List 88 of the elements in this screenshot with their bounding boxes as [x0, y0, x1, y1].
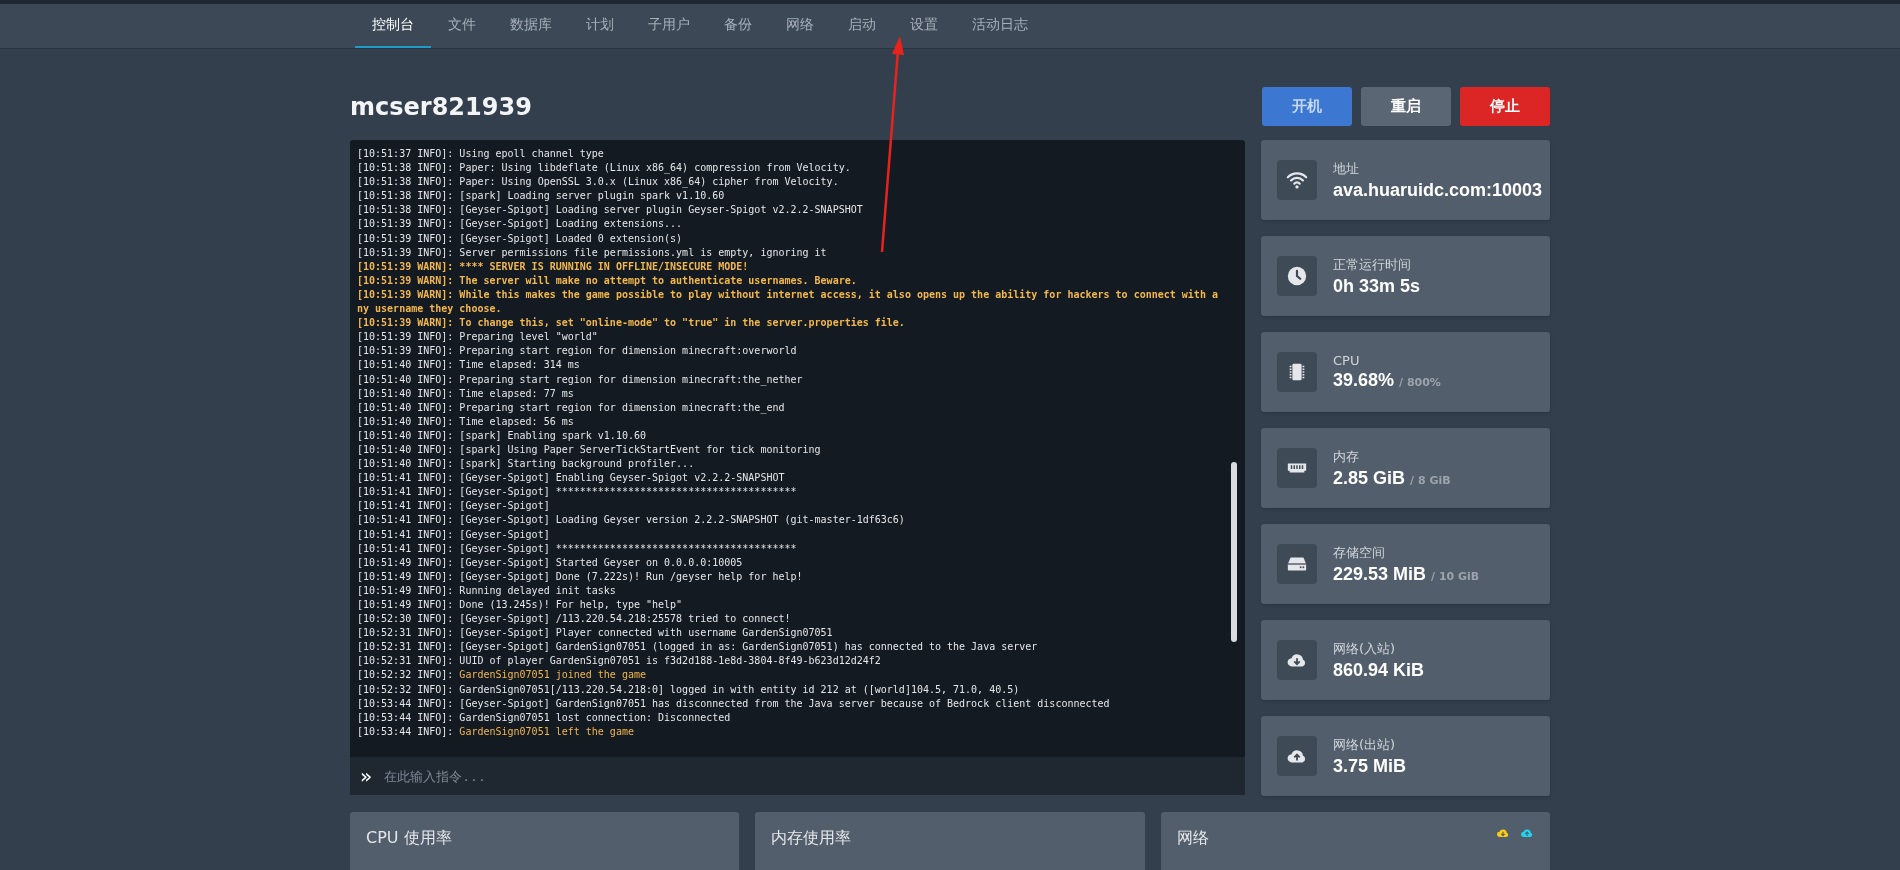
log-line: [10:51:49 INFO]: Running delayed init tasks — [357, 583, 617, 598]
stat-label: 正常运行时间 — [1333, 255, 1412, 274]
log-line: [10:53:44 INFO]: [Geyser-Spigot] GardenSign07051 has disconnected from the Java server because of Bedrock client disconnected — [357, 696, 1111, 711]
prompt-icon: » — [360, 766, 373, 786]
cloud-upload-icon — [1520, 826, 1534, 840]
stat-value: 860.94 KiB — [1333, 659, 1425, 681]
nav-tab[interactable]: 数据库 — [493, 4, 569, 48]
stat-label: 网络(出站) — [1333, 735, 1397, 754]
nav-tab[interactable]: 备份 — [707, 4, 769, 48]
restart-button[interactable]: 重启 — [1361, 87, 1451, 126]
log-line: [10:51:41 INFO]: [Geyser-Spigot] **************************************** — [357, 541, 798, 556]
stat-value: 39.68% — [1333, 370, 1395, 391]
command-bar[interactable]: » 在此输入指令... — [350, 757, 1245, 795]
stop-button[interactable]: 停止 — [1460, 87, 1550, 126]
log-line: [10:51:38 INFO]: Paper: Using OpenSSL 3.0.x (Linux x86_64) cipher from Velocity. — [357, 175, 840, 190]
nav-tab[interactable]: 启动 — [831, 4, 893, 48]
log-line: [10:51:40 INFO]: Time elapsed: 56 ms — [357, 414, 575, 429]
log-line: [10:53:44 INFO]: GardenSign07051 lost connection: Disconnected — [357, 710, 732, 725]
log-line: [10:51:38 INFO]: [Geyser-Spigot] Loading server plugin Geyser-Spigot v2.2.2-SNAPSHOT — [357, 203, 864, 218]
nav-tab[interactable]: 计划 — [569, 4, 631, 48]
command-field[interactable]: 在此输入指令... — [382, 756, 1245, 796]
log-line: [10:51:37 INFO]: Using epoll channel type — [357, 147, 605, 161]
memory-icon — [1277, 448, 1317, 488]
log-line: [10:51:40 INFO]: Time elapsed: 77 ms — [357, 386, 575, 401]
nav-tab[interactable]: 子用户 — [631, 4, 707, 48]
stat-label: CPU — [1333, 353, 1361, 368]
log-line: [10:52:31 INFO]: UUID of player GardenSign07051 is f3d2d188-1e8d-3804-8f49-b623d12d24f2 — [357, 654, 882, 669]
log-line: [10:51:41 INFO]: [Geyser-Spigot] Loading Geyser version 2.2.2-SNAPSHOT (git-master-1df63c6) — [357, 513, 906, 528]
nav-tab[interactable]: 活动日志 — [955, 4, 1045, 48]
log-line: [10:52:32 INFO]: GardenSign07051 joined the game — [357, 668, 647, 683]
stat-value: 229.53 MiB — [1333, 563, 1427, 585]
log-line: [10:51:40 INFO]: Preparing start region for dimension minecraft:the_end — [357, 400, 786, 415]
nav-tab[interactable]: 网络 — [769, 4, 831, 48]
drive-icon — [1277, 544, 1317, 584]
log-line: [10:51:39 INFO]: [Geyser-Spigot] Loaded 0 extension(s) — [357, 231, 684, 246]
log-line: [10:51:38 INFO]: Paper: Using libdeflate (Linux x86_64) compression from Velocity. — [357, 161, 852, 176]
log-line: [10:52:31 INFO]: [Geyser-Spigot] Player connected with username GardenSign07051 — [357, 626, 834, 641]
log-line: [10:51:39 WARN]: While this makes the game possible to play without internet access, it also opens up the ability for hackers to connect with any username they choose. — [357, 287, 1219, 317]
cloud-upload-icon — [1277, 736, 1317, 776]
stat-value: ava.huaruidc.com:10003 — [1333, 179, 1543, 201]
log-line: [10:52:30 INFO]: [Geyser-Spigot] /113.220.54.218:25578 tried to connect! — [357, 612, 792, 627]
log-line: [10:51:49 INFO]: [Geyser-Spigot] Done (7.222s)! Run /geyser help for help! — [357, 569, 804, 584]
stat-limit: / 8 GiB — [1410, 473, 1451, 487]
start-button[interactable]: 开机 — [1262, 87, 1352, 126]
stat-value: 3.75 MiB — [1333, 755, 1407, 777]
log-line: [10:51:38 INFO]: [spark] Loading server plugin spark v1.10.60 — [357, 189, 726, 204]
log-line: [10:52:31 INFO]: [Geyser-Spigot] GardenSign07051 (logged in as: GardenSign07051) has connected to the Java server — [357, 640, 1039, 655]
log-line: [10:51:40 INFO]: [spark] Starting background profiler... — [357, 457, 696, 472]
log-line: [10:51:39 INFO]: Preparing level "world" — [357, 330, 599, 345]
wifi-icon — [1277, 160, 1317, 200]
log-line: [10:51:39 INFO]: Preparing start region for dimension minecraft:overworld — [357, 344, 798, 359]
log-line: [10:52:32 INFO]: GardenSign07051[/113.220.54.218:0] logged in with entity id 212 at ([world]104.5, 71.0, 40.5) — [357, 682, 1021, 697]
log-line: [10:51:49 INFO]: [Geyser-Spigot] Started Geyser on 0.0.0.0:10005 — [357, 555, 744, 570]
stat-label: 网络(入站) — [1333, 639, 1397, 658]
log-line: [10:51:40 INFO]: Time elapsed: 314 ms — [357, 358, 581, 373]
scrollbar[interactable] — [1231, 462, 1237, 642]
graph-title: 网络 — [1176, 827, 1209, 849]
nav-tab[interactable]: 文件 — [431, 4, 493, 48]
nav-tab[interactable]: 设置 — [893, 4, 955, 48]
stat-value: 0h 33m 5s — [1333, 275, 1421, 297]
cloud-download-icon — [1496, 826, 1510, 840]
log-line: [10:51:41 INFO]: [Geyser-Spigot] **************************************** — [357, 485, 798, 500]
server-title: mcser821939 — [350, 92, 532, 121]
stat-label: 地址 — [1333, 159, 1360, 178]
stat-value: 2.85 GiB — [1333, 467, 1406, 489]
log-line: [10:51:40 INFO]: [spark] Using Paper ServerTickStartEvent for tick monitoring — [357, 442, 822, 457]
log-line: [10:51:41 INFO]: [Geyser-Spigot] Enabling Geyser-Spigot v2.2.2-SNAPSHOT — [357, 471, 786, 486]
log-line: [10:51:39 WARN]: The server will make no attempt to authenticate usernames. Beware. — [357, 273, 858, 288]
nav-tab[interactable]: 控制台 — [355, 4, 431, 48]
log-line: [10:51:41 INFO]: [Geyser-Spigot] — [357, 527, 551, 542]
log-line: [10:51:41 INFO]: [Geyser-Spigot] — [357, 499, 551, 514]
log-line: [10:51:39 WARN]: To change this, set "online-mode" to "true" in the server.properties file. — [357, 316, 906, 331]
graph-title: 内存使用率 — [771, 827, 852, 849]
log-line: [10:51:40 INFO]: [spark] Enabling spark v1.10.60 — [357, 428, 647, 443]
stat-limit: / 10 GiB — [1431, 569, 1480, 583]
log-line: [10:51:39 WARN]: **** SERVER IS RUNNING IN OFFLINE/INSECURE MODE! — [357, 259, 750, 274]
cloud-download-icon — [1277, 640, 1317, 680]
log-line: [10:51:40 INFO]: Preparing start region for dimension minecraft:the_nether — [357, 372, 804, 387]
stat-limit: / 800% — [1399, 376, 1441, 389]
log-line: [10:51:39 INFO]: Server permissions file permissions.yml is empty, ignoring it — [357, 245, 828, 260]
stat-label: 内存 — [1333, 447, 1360, 466]
chip-icon — [1277, 352, 1317, 392]
log-line: [10:51:39 INFO]: [Geyser-Spigot] Loading extensions... — [357, 217, 684, 232]
graph-title: CPU 使用率 — [366, 827, 452, 849]
clock-icon — [1277, 256, 1317, 296]
stat-label: 存储空间 — [1333, 543, 1386, 562]
log-line: [10:51:49 INFO]: Done (13.245s)! For help, type "help" — [357, 598, 684, 612]
log-line: [10:53:44 INFO]: GardenSign07051 left the game — [357, 724, 635, 739]
